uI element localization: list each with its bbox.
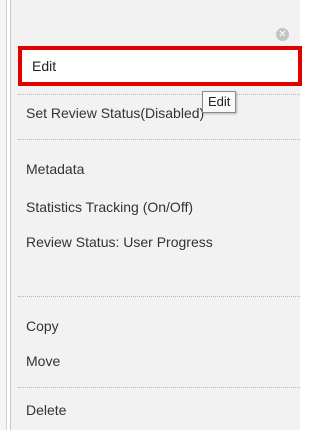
menu-divider xyxy=(18,296,300,297)
menu-item-edit[interactable]: Edit xyxy=(18,46,302,86)
menu-item-metadata[interactable]: Metadata xyxy=(26,160,290,178)
menu-item-set-review-status[interactable]: Set Review Status(Disabled) xyxy=(26,104,290,122)
menu-item-edit-label: Edit xyxy=(32,58,57,74)
menu-item-statistics-tracking[interactable]: Statistics Tracking (On/Off) xyxy=(26,198,290,216)
menu-item-move[interactable]: Move xyxy=(26,352,290,370)
menu-divider xyxy=(18,139,300,140)
screenshot: ✕ Edit Set Review Status(Disabled) Metad… xyxy=(0,0,302,430)
menu-item-copy[interactable]: Copy xyxy=(26,317,290,335)
menu-item-delete[interactable]: Delete xyxy=(26,401,290,419)
menu-item-review-status-user-progress[interactable]: Review Status: User Progress xyxy=(26,233,266,251)
menu-divider xyxy=(18,94,300,95)
page-edge xyxy=(0,0,7,430)
close-icon[interactable]: ✕ xyxy=(276,28,289,41)
menu-divider xyxy=(18,387,300,388)
tooltip: Edit xyxy=(202,91,237,113)
